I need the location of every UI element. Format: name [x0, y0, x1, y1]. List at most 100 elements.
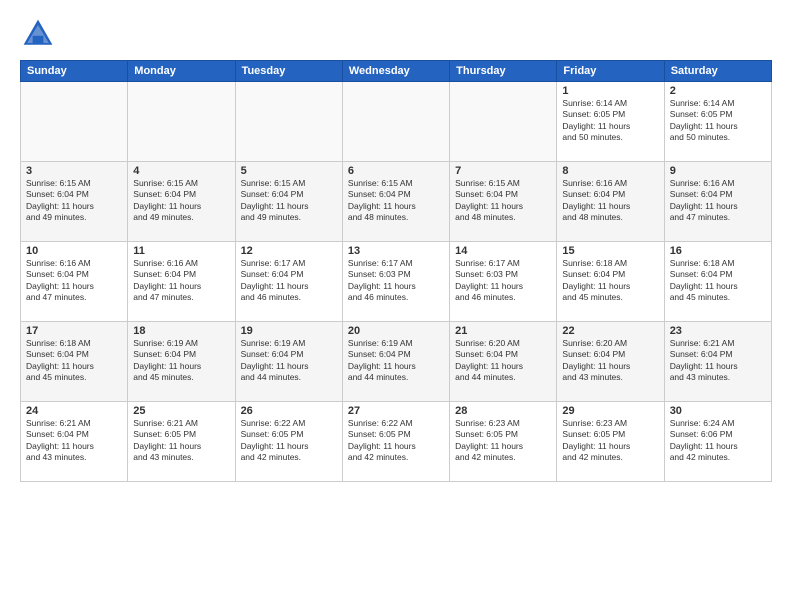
calendar-cell: 27Sunrise: 6:22 AM Sunset: 6:05 PM Dayli…: [342, 402, 449, 482]
header: [20, 16, 772, 52]
day-number: 9: [670, 165, 766, 177]
day-number: 1: [562, 85, 658, 97]
calendar-cell: 17Sunrise: 6:18 AM Sunset: 6:04 PM Dayli…: [21, 322, 128, 402]
day-info: Sunrise: 6:21 AM Sunset: 6:05 PM Dayligh…: [133, 418, 229, 464]
day-info: Sunrise: 6:16 AM Sunset: 6:04 PM Dayligh…: [26, 258, 122, 304]
calendar-cell: 12Sunrise: 6:17 AM Sunset: 6:04 PM Dayli…: [235, 242, 342, 322]
calendar-cell: 23Sunrise: 6:21 AM Sunset: 6:04 PM Dayli…: [664, 322, 771, 402]
day-number: 6: [348, 165, 444, 177]
calendar-cell: [128, 82, 235, 162]
day-info: Sunrise: 6:16 AM Sunset: 6:04 PM Dayligh…: [562, 178, 658, 224]
day-number: 30: [670, 405, 766, 417]
weekday-tuesday: Tuesday: [235, 61, 342, 82]
weekday-sunday: Sunday: [21, 61, 128, 82]
day-number: 19: [241, 325, 337, 337]
calendar-cell: [21, 82, 128, 162]
day-number: 5: [241, 165, 337, 177]
day-number: 11: [133, 245, 229, 257]
day-info: Sunrise: 6:19 AM Sunset: 6:04 PM Dayligh…: [348, 338, 444, 384]
calendar-cell: 28Sunrise: 6:23 AM Sunset: 6:05 PM Dayli…: [450, 402, 557, 482]
day-info: Sunrise: 6:24 AM Sunset: 6:06 PM Dayligh…: [670, 418, 766, 464]
day-info: Sunrise: 6:15 AM Sunset: 6:04 PM Dayligh…: [348, 178, 444, 224]
day-info: Sunrise: 6:14 AM Sunset: 6:05 PM Dayligh…: [670, 98, 766, 144]
day-number: 20: [348, 325, 444, 337]
day-number: 13: [348, 245, 444, 257]
day-number: 16: [670, 245, 766, 257]
logo-icon: [20, 16, 56, 52]
week-row-5: 24Sunrise: 6:21 AM Sunset: 6:04 PM Dayli…: [21, 402, 772, 482]
day-info: Sunrise: 6:15 AM Sunset: 6:04 PM Dayligh…: [133, 178, 229, 224]
day-number: 28: [455, 405, 551, 417]
calendar-cell: [342, 82, 449, 162]
calendar-cell: 9Sunrise: 6:16 AM Sunset: 6:04 PM Daylig…: [664, 162, 771, 242]
day-info: Sunrise: 6:22 AM Sunset: 6:05 PM Dayligh…: [241, 418, 337, 464]
day-number: 2: [670, 85, 766, 97]
day-number: 17: [26, 325, 122, 337]
calendar-cell: 24Sunrise: 6:21 AM Sunset: 6:04 PM Dayli…: [21, 402, 128, 482]
day-info: Sunrise: 6:15 AM Sunset: 6:04 PM Dayligh…: [26, 178, 122, 224]
day-info: Sunrise: 6:18 AM Sunset: 6:04 PM Dayligh…: [26, 338, 122, 384]
calendar-cell: 15Sunrise: 6:18 AM Sunset: 6:04 PM Dayli…: [557, 242, 664, 322]
calendar-cell: 26Sunrise: 6:22 AM Sunset: 6:05 PM Dayli…: [235, 402, 342, 482]
weekday-monday: Monday: [128, 61, 235, 82]
logo: [20, 16, 60, 52]
day-info: Sunrise: 6:16 AM Sunset: 6:04 PM Dayligh…: [133, 258, 229, 304]
calendar-cell: 8Sunrise: 6:16 AM Sunset: 6:04 PM Daylig…: [557, 162, 664, 242]
day-number: 14: [455, 245, 551, 257]
week-row-2: 3Sunrise: 6:15 AM Sunset: 6:04 PM Daylig…: [21, 162, 772, 242]
calendar-cell: 25Sunrise: 6:21 AM Sunset: 6:05 PM Dayli…: [128, 402, 235, 482]
week-row-4: 17Sunrise: 6:18 AM Sunset: 6:04 PM Dayli…: [21, 322, 772, 402]
calendar-cell: 5Sunrise: 6:15 AM Sunset: 6:04 PM Daylig…: [235, 162, 342, 242]
day-info: Sunrise: 6:14 AM Sunset: 6:05 PM Dayligh…: [562, 98, 658, 144]
calendar-cell: 6Sunrise: 6:15 AM Sunset: 6:04 PM Daylig…: [342, 162, 449, 242]
day-number: 7: [455, 165, 551, 177]
day-info: Sunrise: 6:21 AM Sunset: 6:04 PM Dayligh…: [26, 418, 122, 464]
day-number: 26: [241, 405, 337, 417]
day-info: Sunrise: 6:17 AM Sunset: 6:03 PM Dayligh…: [348, 258, 444, 304]
calendar-cell: 14Sunrise: 6:17 AM Sunset: 6:03 PM Dayli…: [450, 242, 557, 322]
day-number: 23: [670, 325, 766, 337]
day-number: 25: [133, 405, 229, 417]
calendar-cell: 7Sunrise: 6:15 AM Sunset: 6:04 PM Daylig…: [450, 162, 557, 242]
calendar-cell: 21Sunrise: 6:20 AM Sunset: 6:04 PM Dayli…: [450, 322, 557, 402]
weekday-wednesday: Wednesday: [342, 61, 449, 82]
calendar-cell: 1Sunrise: 6:14 AM Sunset: 6:05 PM Daylig…: [557, 82, 664, 162]
day-info: Sunrise: 6:20 AM Sunset: 6:04 PM Dayligh…: [455, 338, 551, 384]
day-number: 21: [455, 325, 551, 337]
calendar-cell: [450, 82, 557, 162]
calendar-cell: 13Sunrise: 6:17 AM Sunset: 6:03 PM Dayli…: [342, 242, 449, 322]
day-number: 10: [26, 245, 122, 257]
calendar-cell: 2Sunrise: 6:14 AM Sunset: 6:05 PM Daylig…: [664, 82, 771, 162]
day-info: Sunrise: 6:18 AM Sunset: 6:04 PM Dayligh…: [670, 258, 766, 304]
weekday-header-row: SundayMondayTuesdayWednesdayThursdayFrid…: [21, 61, 772, 82]
day-info: Sunrise: 6:23 AM Sunset: 6:05 PM Dayligh…: [455, 418, 551, 464]
day-number: 29: [562, 405, 658, 417]
day-info: Sunrise: 6:17 AM Sunset: 6:03 PM Dayligh…: [455, 258, 551, 304]
weekday-saturday: Saturday: [664, 61, 771, 82]
day-number: 15: [562, 245, 658, 257]
day-number: 24: [26, 405, 122, 417]
page: SundayMondayTuesdayWednesdayThursdayFrid…: [0, 0, 792, 612]
day-number: 27: [348, 405, 444, 417]
day-info: Sunrise: 6:18 AM Sunset: 6:04 PM Dayligh…: [562, 258, 658, 304]
weekday-friday: Friday: [557, 61, 664, 82]
day-number: 8: [562, 165, 658, 177]
calendar-cell: 22Sunrise: 6:20 AM Sunset: 6:04 PM Dayli…: [557, 322, 664, 402]
calendar-cell: 11Sunrise: 6:16 AM Sunset: 6:04 PM Dayli…: [128, 242, 235, 322]
week-row-3: 10Sunrise: 6:16 AM Sunset: 6:04 PM Dayli…: [21, 242, 772, 322]
day-info: Sunrise: 6:15 AM Sunset: 6:04 PM Dayligh…: [241, 178, 337, 224]
day-info: Sunrise: 6:19 AM Sunset: 6:04 PM Dayligh…: [241, 338, 337, 384]
calendar-cell: 4Sunrise: 6:15 AM Sunset: 6:04 PM Daylig…: [128, 162, 235, 242]
day-info: Sunrise: 6:15 AM Sunset: 6:04 PM Dayligh…: [455, 178, 551, 224]
day-info: Sunrise: 6:19 AM Sunset: 6:04 PM Dayligh…: [133, 338, 229, 384]
calendar-cell: 19Sunrise: 6:19 AM Sunset: 6:04 PM Dayli…: [235, 322, 342, 402]
weekday-thursday: Thursday: [450, 61, 557, 82]
day-info: Sunrise: 6:22 AM Sunset: 6:05 PM Dayligh…: [348, 418, 444, 464]
day-number: 18: [133, 325, 229, 337]
day-info: Sunrise: 6:21 AM Sunset: 6:04 PM Dayligh…: [670, 338, 766, 384]
calendar-cell: [235, 82, 342, 162]
calendar-cell: 18Sunrise: 6:19 AM Sunset: 6:04 PM Dayli…: [128, 322, 235, 402]
calendar-table: SundayMondayTuesdayWednesdayThursdayFrid…: [20, 60, 772, 482]
calendar-cell: 20Sunrise: 6:19 AM Sunset: 6:04 PM Dayli…: [342, 322, 449, 402]
week-row-1: 1Sunrise: 6:14 AM Sunset: 6:05 PM Daylig…: [21, 82, 772, 162]
